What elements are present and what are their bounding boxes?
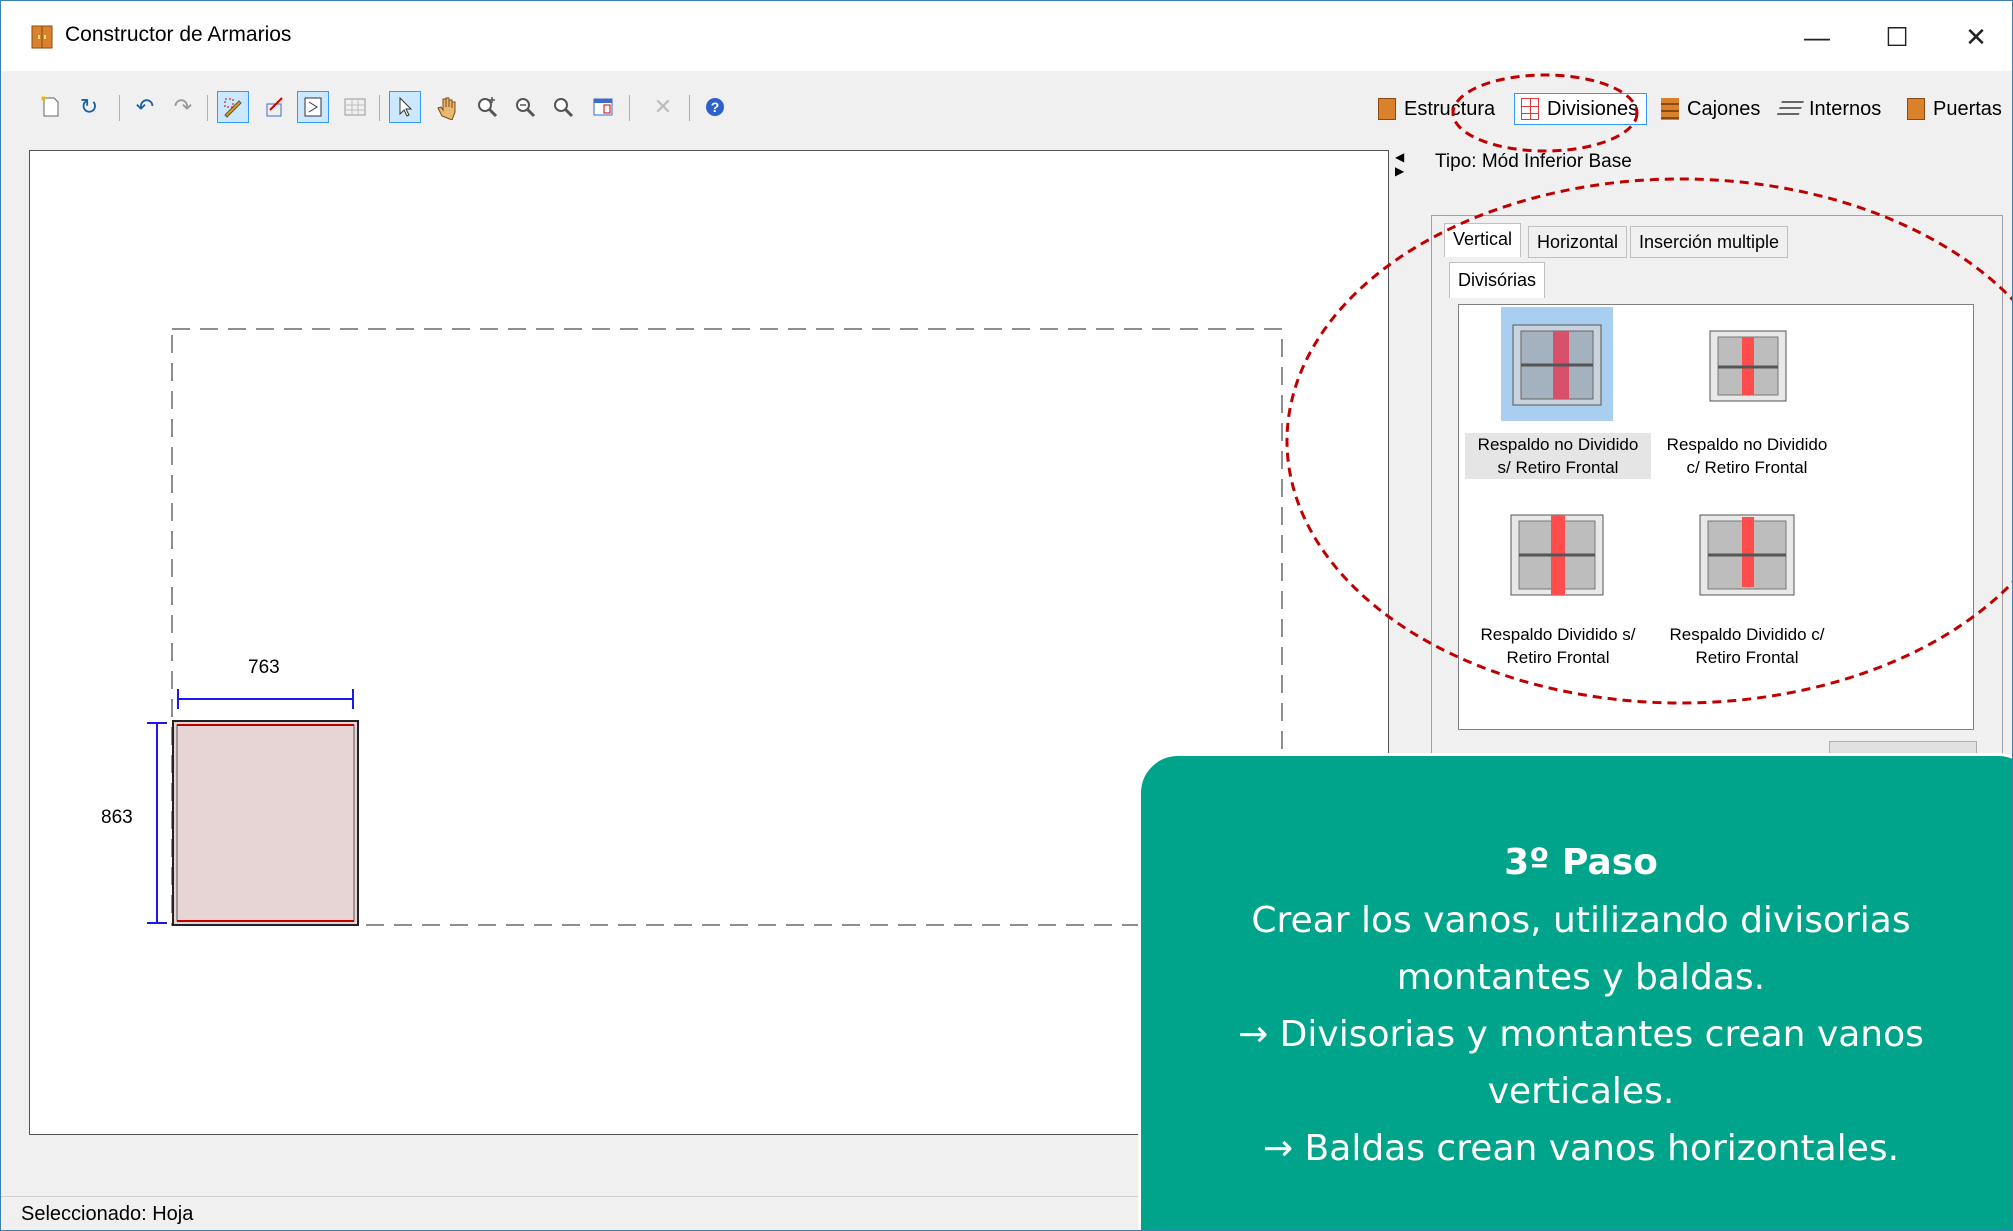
refresh-icon[interactable]: ↻ [73,91,105,123]
option-respaldo-no-dividido-c-retiro[interactable]: Respaldo no Dividido c/ Retiro Frontal [1654,330,1840,479]
zoom-out-icon[interactable] [509,91,541,123]
panel-collapse-arrows[interactable]: ◀ ▶ [1395,150,1409,180]
pan-icon[interactable] [431,91,463,123]
new-icon[interactable] [35,91,67,123]
callout-title: 3º Paso [1504,842,1658,883]
tab-insercion-multiple[interactable]: Inserción multiple [1630,226,1789,258]
option-respaldo-dividido-s-retiro[interactable]: Respaldo Dividido s/Retiro Frontal [1465,514,1651,669]
callout-line: → Divisorias y montantes crean vanos [1238,1014,1924,1055]
tab-puertas-label: Puertas [1933,97,2002,120]
minimize-button[interactable]: — [1797,19,1837,55]
grid-icon [1521,98,1539,120]
erase-shape-icon[interactable] [259,91,291,123]
zoom-in-icon[interactable] [471,91,503,123]
close-button[interactable]: ✕ [1956,19,1996,55]
toolbar-separator [629,95,630,121]
tab-horizontal[interactable]: Horizontal [1528,226,1628,258]
cabinet-no-divided-front-icon [1709,330,1787,402]
tab-cajones-label: Cajones [1687,97,1761,120]
tab-divisiones[interactable]: Divisiones [1514,93,1648,125]
grid-icon[interactable] [339,91,371,123]
tab-divisiones-label: Divisiones [1547,97,1639,120]
cabinet-no-divided-icon [1512,324,1602,406]
option-label: Respaldo Dividido c/Retiro Frontal [1669,625,1825,667]
tab-vertical[interactable]: Vertical [1444,223,1522,257]
toolbar-separator [207,95,208,121]
window-icon[interactable] [587,91,619,123]
height-dimension: 863 [101,807,133,828]
zoom-icon[interactable] [547,91,579,123]
draw-icon[interactable] [217,91,249,123]
tab-cajones[interactable]: Cajones [1661,93,1760,125]
toolbar-separator [689,95,690,121]
tab-internos-label: Internos [1809,97,1882,120]
option-label: Respaldo no Dividido s/ Retiro Frontal [1465,433,1651,479]
callout-line: → Baldas crean vanos horizontales. [1262,1128,1900,1169]
toolbar-separator [379,95,380,121]
delete-icon[interactable]: ✕ [647,91,679,123]
callout-line: Crear los vanos, utilizando divisorias [1251,900,1911,941]
shelves-icon [1776,101,1804,117]
status-text: Seleccionado: Hoja [21,1203,194,1225]
instruction-callout: 3º Paso Crear los vanos, utilizando divi… [1138,753,2012,1230]
toolbar-separator [119,95,120,121]
tab-estructura[interactable]: Estructura [1378,93,1495,125]
cabinet-divided-icon [1510,514,1604,596]
help-icon[interactable]: ? [699,91,731,123]
tab-puertas[interactable]: Puertas [1907,93,2002,125]
width-dimension: 763 [248,657,280,678]
option-respaldo-dividido-c-retiro[interactable]: Respaldo Dividido c/Retiro Frontal [1654,514,1840,669]
option-label: Respaldo Dividido s/Retiro Frontal [1480,625,1636,667]
drawer-icon [1661,98,1679,120]
toolbar: ↻ ↶ ↷ ✕ ? [1,85,1401,133]
tab-internos[interactable]: Internos [1776,93,1882,125]
door-icon [1907,98,1925,120]
cabinet-divided-front-icon [1699,514,1795,596]
option-respaldo-no-dividido-s-retiro[interactable]: Respaldo no Dividido s/ Retiro Frontal [1465,307,1651,479]
callout-line: montantes y baldas. [1396,957,1766,998]
title-bar: Constructor de Armarios — ☐ ✕ [1,1,2012,71]
pointer-icon[interactable] [389,91,421,123]
wardrobe-icon [1378,98,1396,120]
maximize-button[interactable]: ☐ [1877,19,1917,55]
redo-icon[interactable]: ↷ [167,91,199,123]
option-label: Respaldo no Dividido c/ Retiro Frontal [1666,435,1828,477]
frame-icon[interactable] [297,91,329,123]
tab-estructura-label: Estructura [1404,97,1496,120]
app-window: Constructor de Armarios — ☐ ✕ ↻ ↶ ↷ ✕ ? … [0,0,2013,1231]
cabinet-module [172,720,359,926]
svg-text:?: ? [711,99,720,115]
module-type-label: Tipo: Mód Inferior Base [1435,151,1632,172]
undo-icon[interactable]: ↶ [129,91,161,123]
callout-line: verticales. [1487,1071,1675,1112]
tab-divisorias[interactable]: Divisórias [1449,262,1546,298]
wardrobe-app-icon [31,25,53,49]
window-title: Constructor de Armarios [65,23,292,46]
